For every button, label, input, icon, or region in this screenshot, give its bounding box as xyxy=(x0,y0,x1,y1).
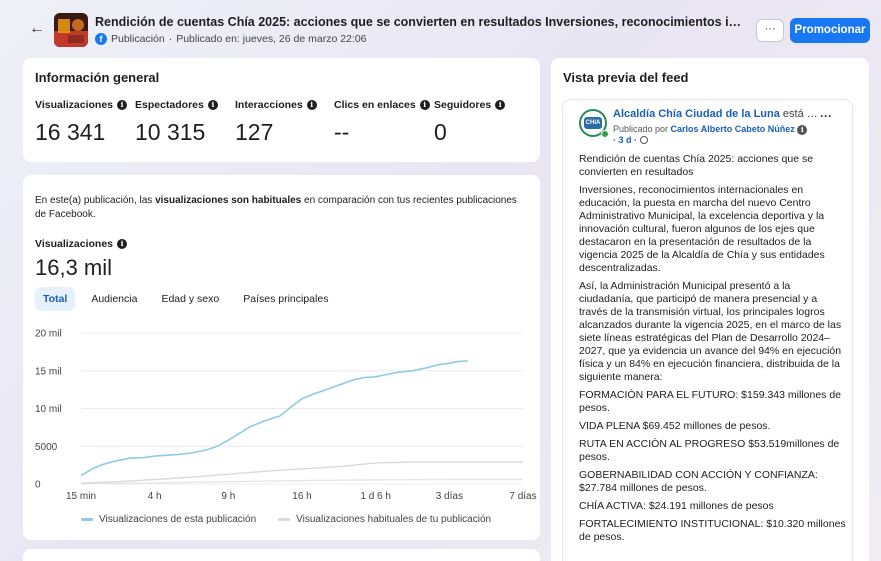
overview-title: Información general xyxy=(35,70,160,85)
views-label: Visualizaciones i xyxy=(35,238,128,250)
tab-top-countries[interactable]: Países principales xyxy=(235,287,336,311)
feed-more-options-icon[interactable]: ··· xyxy=(820,109,832,123)
legend-item-typical: Visualizaciones habituales de tu publica… xyxy=(278,514,491,525)
post-paragraph: VIDA PLENA $69.452 millones de pesos. xyxy=(579,420,771,432)
metric-value: -- xyxy=(334,119,350,145)
x-tick-label: 3 días xyxy=(436,491,463,502)
page-line: Alcaldía Chía Ciudad de la Luna está co.… xyxy=(613,108,823,120)
post-paragraph: FORMACIÓN PARA EL FUTURO: $159.343 millo… xyxy=(579,389,842,414)
info-icon[interactable]: i xyxy=(797,125,808,135)
metric-interactions: Interacciones i 127 xyxy=(235,99,317,146)
more-options-button[interactable]: ··· xyxy=(756,19,784,42)
post-paragraph: RUTA EN ACCIÓN AL PROGRESO $53.519millon… xyxy=(579,438,840,463)
x-tick-label: 16 h xyxy=(292,491,311,502)
post-thumbnail xyxy=(54,13,88,47)
views-total: 16,3 mil xyxy=(35,255,113,280)
post-header: ← Rendición de cuentas Chía 2025: accion… xyxy=(0,0,881,58)
legend-swatch xyxy=(278,518,291,521)
published-date: Publicado en: jueves, 26 de marzo 22:06 xyxy=(176,33,367,45)
published-by-prefix: Publicado por xyxy=(613,124,671,134)
next-card xyxy=(23,549,540,561)
x-tick-label: 15 min xyxy=(66,491,96,502)
x-tick-label: 7 días xyxy=(509,491,536,502)
online-status-icon xyxy=(601,130,609,138)
feed-preview-card: Vista previa del feed CHIA Alcaldía Chía… xyxy=(551,58,869,561)
y-tick-label: 20 mil xyxy=(35,329,62,340)
author-link[interactable]: Carlos Alberto Cabeto Núñez xyxy=(671,124,795,134)
back-arrow-icon[interactable]: ← xyxy=(28,18,46,40)
meta-separator: · xyxy=(168,33,173,45)
post-paragraph: FORTALECIMIENTO INSTITUCIONAL: $10.320 m… xyxy=(579,518,846,543)
chart-legend: Visualizaciones de esta publicación Visu… xyxy=(81,514,491,525)
tab-audience[interactable]: Audiencia xyxy=(83,287,145,311)
info-icon[interactable]: i xyxy=(495,100,506,110)
y-tick-label: 15 mil xyxy=(35,366,62,377)
metric-label: Seguidores xyxy=(434,99,492,111)
post-paragraph: Así, la Administración Municipal present… xyxy=(579,280,842,383)
tab-total[interactable]: Total xyxy=(35,287,76,311)
metric-label: Visualizaciones xyxy=(35,99,114,111)
legend-label: Visualizaciones habituales de tu publica… xyxy=(296,514,492,525)
legend-item-this-post: Visualizaciones de esta publicación xyxy=(81,514,256,525)
post-body: Rendición de cuentas Chía 2025: acciones… xyxy=(579,153,847,549)
metric-value: 0 xyxy=(434,119,447,145)
views-label-text: Visualizaciones xyxy=(35,238,114,250)
promote-button[interactable]: Promocionar xyxy=(790,18,870,43)
post-meta: f Publicación · Publicado en: jueves, 26… xyxy=(95,33,367,45)
x-tick-label: 1 d 6 h xyxy=(360,491,391,502)
post-title: Rendición de cuentas Chía 2025: acciones… xyxy=(95,15,745,29)
post-time-text: · 3 d · xyxy=(613,135,637,145)
chart-tabs: Total Audiencia Edad y sexo Países princ… xyxy=(35,287,344,311)
feed-preview-title: Vista previa del feed xyxy=(563,70,689,85)
metric-value: 10 315 xyxy=(135,119,206,145)
comparison-prefix: En este(a) publicación, las xyxy=(35,195,156,206)
x-tick-label: 4 h xyxy=(148,491,162,502)
metric-views: Visualizaciones i 16 341 xyxy=(35,99,128,146)
info-icon[interactable]: i xyxy=(207,100,218,110)
y-tick-label: 10 mil xyxy=(35,404,62,415)
overview-card: Información general Visualizaciones i 16 … xyxy=(23,58,540,162)
feed-post: CHIA Alcaldía Chía Ciudad de la Luna est… xyxy=(563,100,852,561)
published-by: Publicado por Carlos Alberto Cabeto Núñe… xyxy=(613,124,808,135)
post-type: Publicación xyxy=(111,33,165,45)
info-icon[interactable]: i xyxy=(306,100,317,110)
comparison-text: En este(a) publicación, las visualizacio… xyxy=(35,194,530,222)
metric-value: 16 341 xyxy=(35,119,106,145)
info-icon[interactable]: i xyxy=(117,239,128,249)
post-paragraph: CHÍA ACTIVA: $24.191 millones de pesos xyxy=(579,500,774,512)
metric-label: Clics en enlaces xyxy=(334,99,416,111)
avatar-logo: CHIA xyxy=(584,117,602,129)
metric-label: Interacciones xyxy=(235,99,303,111)
tab-age-gender[interactable]: Edad y sexo xyxy=(153,287,227,311)
legend-label: Visualizaciones de esta publicación xyxy=(99,514,257,525)
info-icon[interactable]: i xyxy=(117,100,128,110)
globe-icon xyxy=(639,136,648,144)
metric-label: Espectadores xyxy=(135,99,204,111)
post-paragraph: Inversiones, reconocimientos internacion… xyxy=(579,184,825,274)
views-chart-card: En este(a) publicación, las visualizacio… xyxy=(23,175,540,540)
info-icon[interactable]: i xyxy=(419,100,430,110)
legend-swatch xyxy=(81,518,93,521)
series-line xyxy=(80,360,468,477)
post-paragraph: Rendición de cuentas Chía 2025: acciones… xyxy=(579,153,814,178)
page-status: está co... xyxy=(779,108,823,120)
y-tick-label: 0 xyxy=(35,480,41,491)
post-paragraph: GOBERNABILIDAD CON ACCIÓN Y CONFIANZA: $… xyxy=(579,469,818,494)
metric-viewers: Espectadores i 10 315 xyxy=(135,99,218,146)
metric-value: 127 xyxy=(235,119,274,145)
views-line-chart: 0 5000 10 mil 15 mil 20 mil 15 min 4 h 9 h 16 h 1… xyxy=(35,329,537,503)
metric-link-clicks: Clics en enlaces i -- xyxy=(334,99,430,146)
post-time: · 3 d · xyxy=(613,135,648,145)
comparison-highlight: visualizaciones son habituales xyxy=(155,195,302,206)
y-tick-label: 5000 xyxy=(35,442,58,453)
x-tick-label: 9 h xyxy=(221,491,235,502)
page-name-link[interactable]: Alcaldía Chía Ciudad de la Luna xyxy=(613,108,780,120)
metric-followers: Seguidores i 0 xyxy=(434,99,506,146)
facebook-icon: f xyxy=(95,33,107,45)
